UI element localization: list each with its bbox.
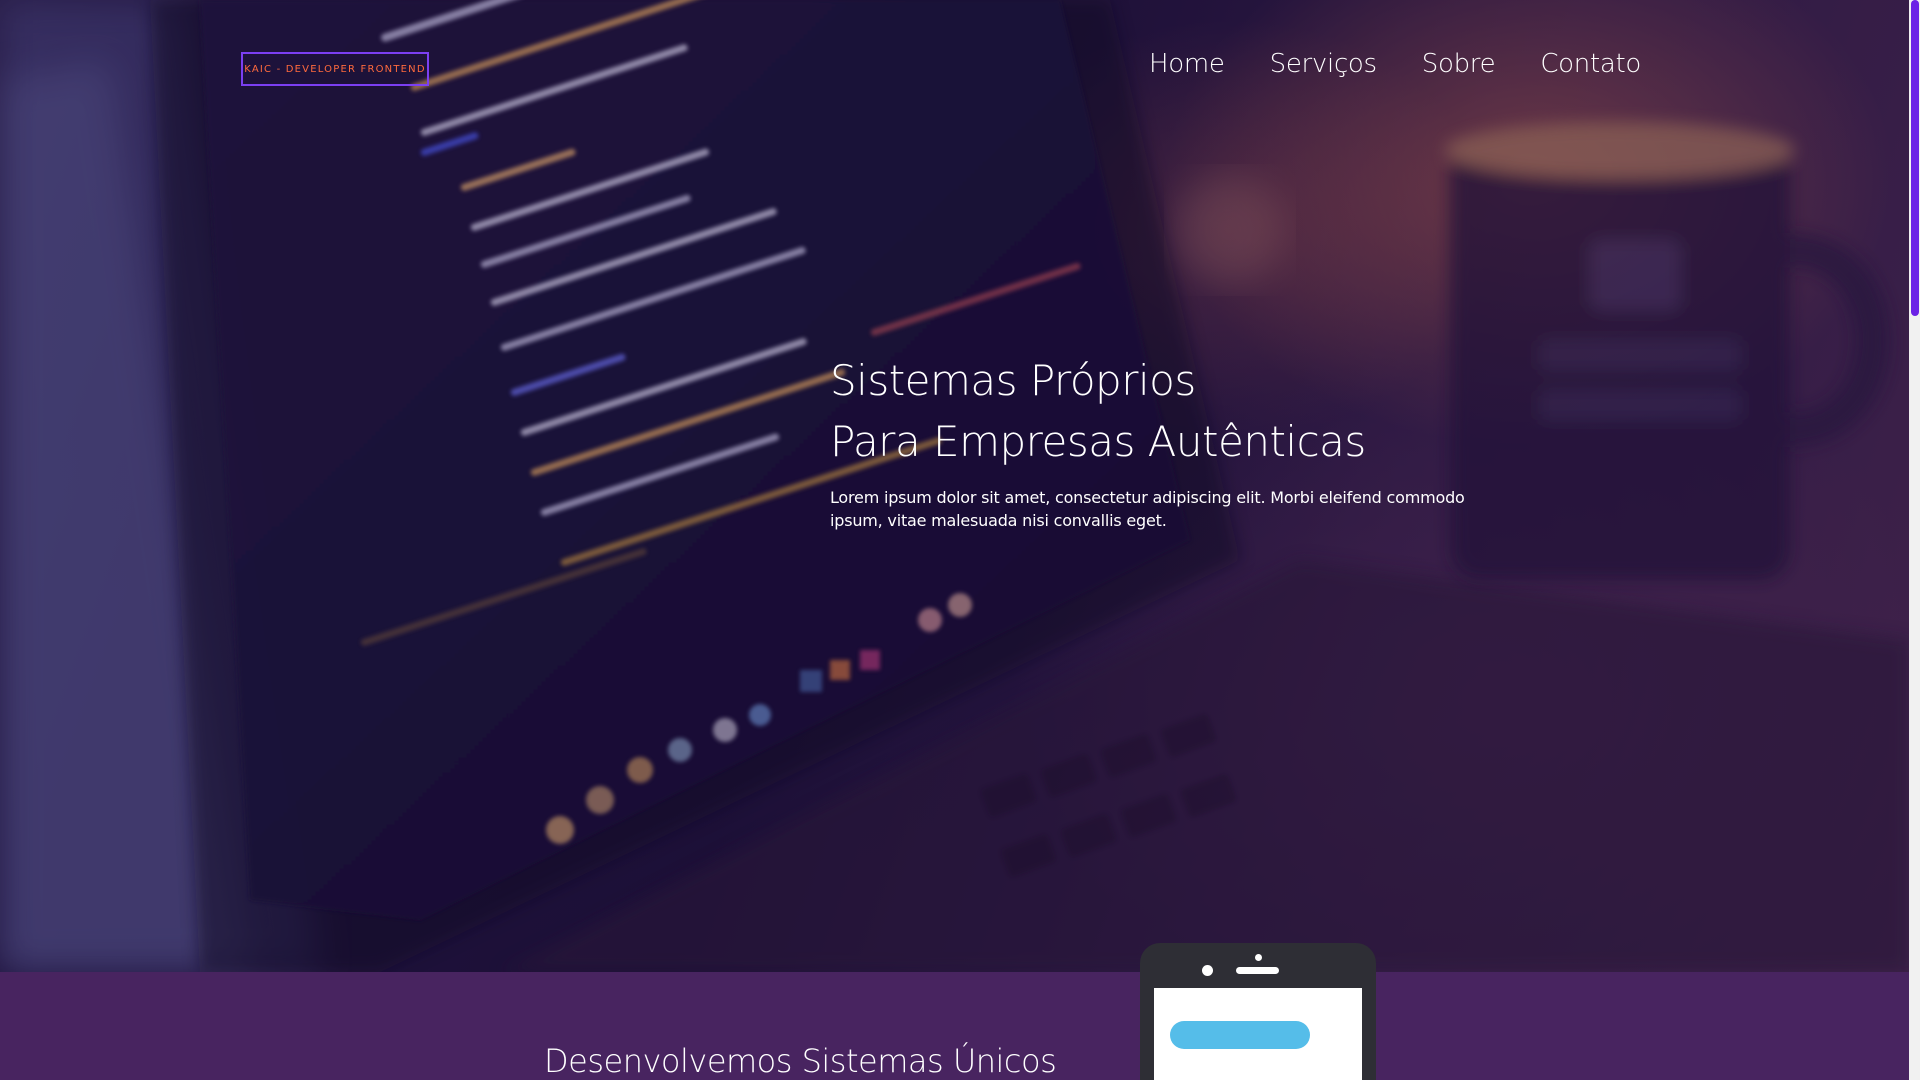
- nav-item-servicos[interactable]: Serviços: [1270, 44, 1377, 84]
- hero-section: KAIC - DEVELOPER FRONTEND Home Serviços …: [0, 0, 1909, 972]
- main-nav: Home Serviços Sobre Contato: [1149, 44, 1641, 84]
- phone-speaker-icon: [1236, 967, 1279, 974]
- logo-button[interactable]: KAIC - DEVELOPER FRONTEND: [241, 52, 429, 86]
- phone-screen: [1154, 988, 1362, 1080]
- hero-title-line2: Para Empresas Autênticas: [830, 417, 1366, 466]
- phone-screen-bar: [1170, 1021, 1310, 1049]
- smartphone-illustration: [1140, 943, 1376, 1080]
- hero-title: Sistemas Próprios Para Empresas Autêntic…: [830, 350, 1530, 472]
- hero-description: Lorem ipsum dolor sit amet, consectetur …: [830, 488, 1465, 530]
- services-title: Desenvolvemos Sistemas Únicos: [544, 1042, 1057, 1080]
- nav-item-sobre[interactable]: Sobre: [1422, 44, 1496, 84]
- hero-content: Sistemas Próprios Para Empresas Autêntic…: [830, 350, 1530, 532]
- nav-item-contato[interactable]: Contato: [1540, 44, 1641, 84]
- scrollbar-thumb[interactable]: [1911, 0, 1919, 316]
- nav-item-home[interactable]: Home: [1149, 44, 1225, 84]
- phone-sensor-icon: [1255, 954, 1262, 961]
- logo-text: KAIC - DEVELOPER FRONTEND: [244, 63, 426, 75]
- page-scrollbar[interactable]: [1909, 0, 1920, 1080]
- phone-camera-icon: [1202, 965, 1213, 976]
- hero-title-line1: Sistemas Próprios: [830, 356, 1196, 405]
- landing-page: KAIC - DEVELOPER FRONTEND Home Serviços …: [0, 0, 1920, 1080]
